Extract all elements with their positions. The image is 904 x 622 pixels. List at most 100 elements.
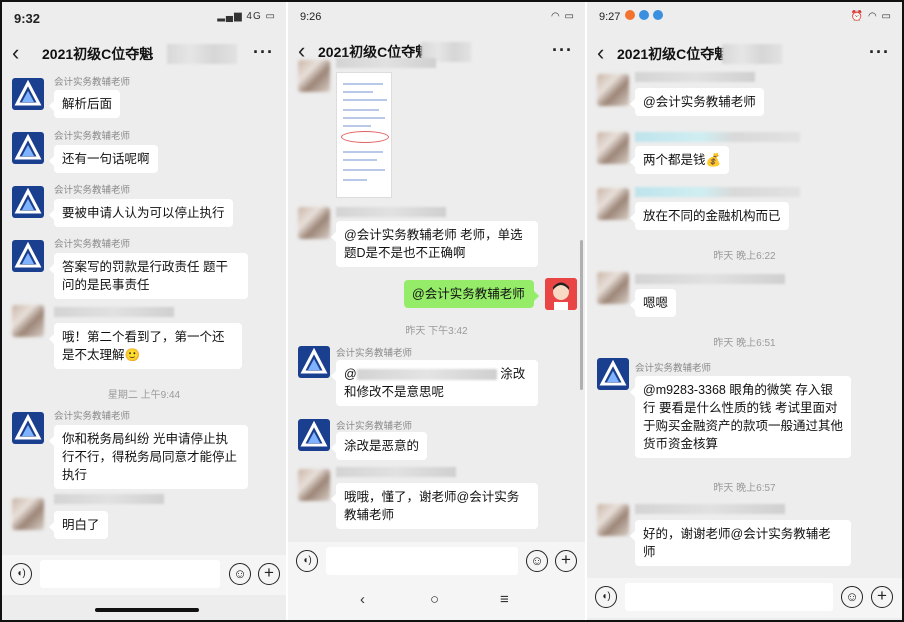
scrollbar[interactable] (580, 240, 583, 390)
self-message-bubble[interactable]: @会计实务教辅老师 (404, 280, 539, 308)
plus-icon[interactable]: + (258, 563, 280, 585)
status-time: 9:26 (300, 11, 322, 23)
back-icon[interactable]: ‹ (597, 40, 617, 66)
member-avatar[interactable] (298, 60, 330, 92)
member-avatar[interactable] (12, 498, 44, 530)
notification-icon (625, 10, 635, 20)
teacher-avatar[interactable] (597, 358, 629, 390)
blurred-sender-name (54, 307, 174, 317)
message-bubble[interactable]: @会计实务教辅老师 老师，单选题D是不是也不正确啊 (331, 221, 538, 267)
sender-name: 会计实务教辅老师 (336, 421, 413, 432)
status-bar: 9:32 ▂▄▆ 4G ▭ (2, 2, 286, 32)
teacher-avatar[interactable] (12, 78, 44, 110)
notification-icon (639, 10, 649, 20)
nav-home-icon[interactable]: ○ (430, 591, 439, 608)
message-bubble[interactable]: 涂改是恶意的 (330, 432, 428, 460)
message-bubble[interactable]: @m9283-3368 眼角的微笑 存入银行 要看是什么性质的钱 考试里面对于购… (630, 376, 851, 458)
member-avatar[interactable] (597, 504, 629, 536)
android-nav-bar: ‹ ○ ≡ (288, 582, 585, 620)
teacher-avatar[interactable] (12, 412, 44, 444)
sender-name: 会计实务教辅老师 (635, 363, 712, 374)
message-bubble[interactable]: 解析后面 (48, 90, 121, 118)
member-avatar[interactable] (12, 305, 44, 337)
emoji-icon[interactable]: ☺ (229, 563, 251, 585)
member-avatar[interactable] (597, 74, 629, 106)
blurred-sender-name (635, 504, 785, 514)
input-bar: ◖) ☺ + (2, 555, 286, 595)
member-avatar[interactable] (597, 132, 629, 164)
message-bubble[interactable]: 还有一句话呢啊 (49, 145, 158, 173)
blurred-title-suffix (722, 44, 782, 64)
blurred-sender-name (635, 187, 800, 197)
input-bar: ◖) ☺ + (288, 542, 585, 582)
chat-title: 2021初级C位夺魁 (42, 46, 154, 62)
message-bubble[interactable]: 哦！第二个看到了，第一个还是不太理解🙂 (49, 323, 242, 369)
home-indicator[interactable] (95, 608, 199, 612)
plus-icon[interactable]: + (555, 550, 577, 572)
nav-recent-icon[interactable]: ≡ (500, 591, 509, 608)
sender-name: 会计实务教辅老师 (336, 348, 413, 359)
notification-icon (653, 10, 663, 20)
sender-name: 会计实务教辅老师 (54, 411, 131, 422)
blurred-mention (356, 369, 497, 381)
more-icon[interactable]: ··· (253, 42, 274, 63)
message-bubble[interactable]: @ 涂改和修改不是意思呢 (331, 360, 538, 406)
blurred-sender-name (635, 72, 755, 82)
sender-name: 会计实务教辅老师 (54, 131, 131, 142)
message-bubble[interactable]: 明白了 (49, 511, 108, 539)
status-time: 9:27 (599, 11, 621, 23)
more-icon[interactable]: ··· (869, 42, 890, 63)
more-icon[interactable]: ··· (552, 40, 573, 61)
teacher-avatar[interactable] (12, 240, 44, 272)
mention-prefix: @ (344, 367, 357, 381)
chat-header: ‹ 2021初级C位夺魁 ··· (2, 32, 286, 74)
member-avatar[interactable] (298, 469, 330, 501)
chat-title: 2021初级C位夺魁 (617, 46, 729, 62)
message-input[interactable] (625, 583, 833, 611)
message-input[interactable] (40, 560, 220, 588)
chat-header: ‹ 2021初级C位夺魁 ··· (587, 32, 902, 74)
sender-name: 会计实务教辅老师 (54, 185, 131, 196)
teacher-avatar[interactable] (12, 132, 44, 164)
teacher-avatar[interactable] (298, 419, 330, 451)
member-avatar[interactable] (597, 188, 629, 220)
message-timestamp: 星期二 上午9:44 (107, 390, 181, 401)
message-bubble[interactable]: 两个都是钱💰 (629, 146, 730, 174)
image-message[interactable] (336, 72, 392, 198)
status-bar: 9:27 ⏰ ◠ ▭ (587, 2, 902, 32)
blurred-sender-name (54, 494, 164, 504)
message-bubble[interactable]: 哦哦，懂了，谢老师@会计实务教辅老师 (331, 483, 538, 529)
input-bar: ◖) ☺ + (587, 578, 902, 618)
emoji-icon[interactable]: ☺ (841, 586, 863, 608)
message-bubble[interactable]: 你和税务局纠纷 光申请停止执行不行，得税务局同意才能停止执行 (49, 425, 248, 489)
back-icon[interactable]: ‹ (12, 40, 32, 66)
blurred-sender-name (336, 207, 446, 217)
chat-panel-1: 9:32 ▂▄▆ 4G ▭ ‹ 2021初级C位夺魁 ··· 会计实务教辅老师 … (2, 2, 286, 620)
message-bubble[interactable]: 答案写的罚款是行政责任 题干问的是民事责任 (49, 253, 248, 299)
self-avatar[interactable] (545, 278, 577, 310)
voice-icon[interactable]: ◖) (595, 586, 617, 608)
message-input[interactable] (326, 547, 518, 575)
message-bubble[interactable]: 放在不同的金融机构而已 (630, 202, 789, 230)
message-timestamp: 昨天 下午3:42 (405, 326, 468, 337)
message-bubble[interactable]: @会计实务教辅老师 (630, 88, 764, 116)
status-time: 9:32 (14, 11, 41, 26)
member-avatar[interactable] (298, 207, 330, 239)
message-bubble[interactable]: 嗯嗯 (629, 289, 677, 317)
teacher-avatar[interactable] (298, 346, 330, 378)
voice-icon[interactable]: ◖) (296, 550, 318, 572)
status-icons: ⏰ ◠ ▭ (850, 11, 892, 22)
status-icons: ▂▄▆ 4G ▭ (217, 11, 276, 22)
status-icons: ◠ ▭ (551, 11, 575, 22)
message-bubble[interactable]: 要被申请人认为可以停止执行 (49, 199, 233, 227)
chat-panel-3: 9:27 ⏰ ◠ ▭ ‹ 2021初级C位夺魁 ··· @会计实务教辅老师 两个… (587, 2, 902, 620)
status-bar: 9:26 ◠ ▭ (288, 2, 585, 32)
message-bubble[interactable]: 好的，谢谢老师@会计实务教辅老师 (630, 520, 851, 566)
member-avatar[interactable] (597, 272, 629, 304)
plus-icon[interactable]: + (871, 586, 893, 608)
teacher-avatar[interactable] (12, 186, 44, 218)
emoji-icon[interactable]: ☺ (526, 550, 548, 572)
voice-icon[interactable]: ◖) (10, 563, 32, 585)
message-timestamp: 昨天 晚上6:57 (713, 483, 776, 494)
nav-back-icon[interactable]: ‹ (360, 591, 365, 608)
